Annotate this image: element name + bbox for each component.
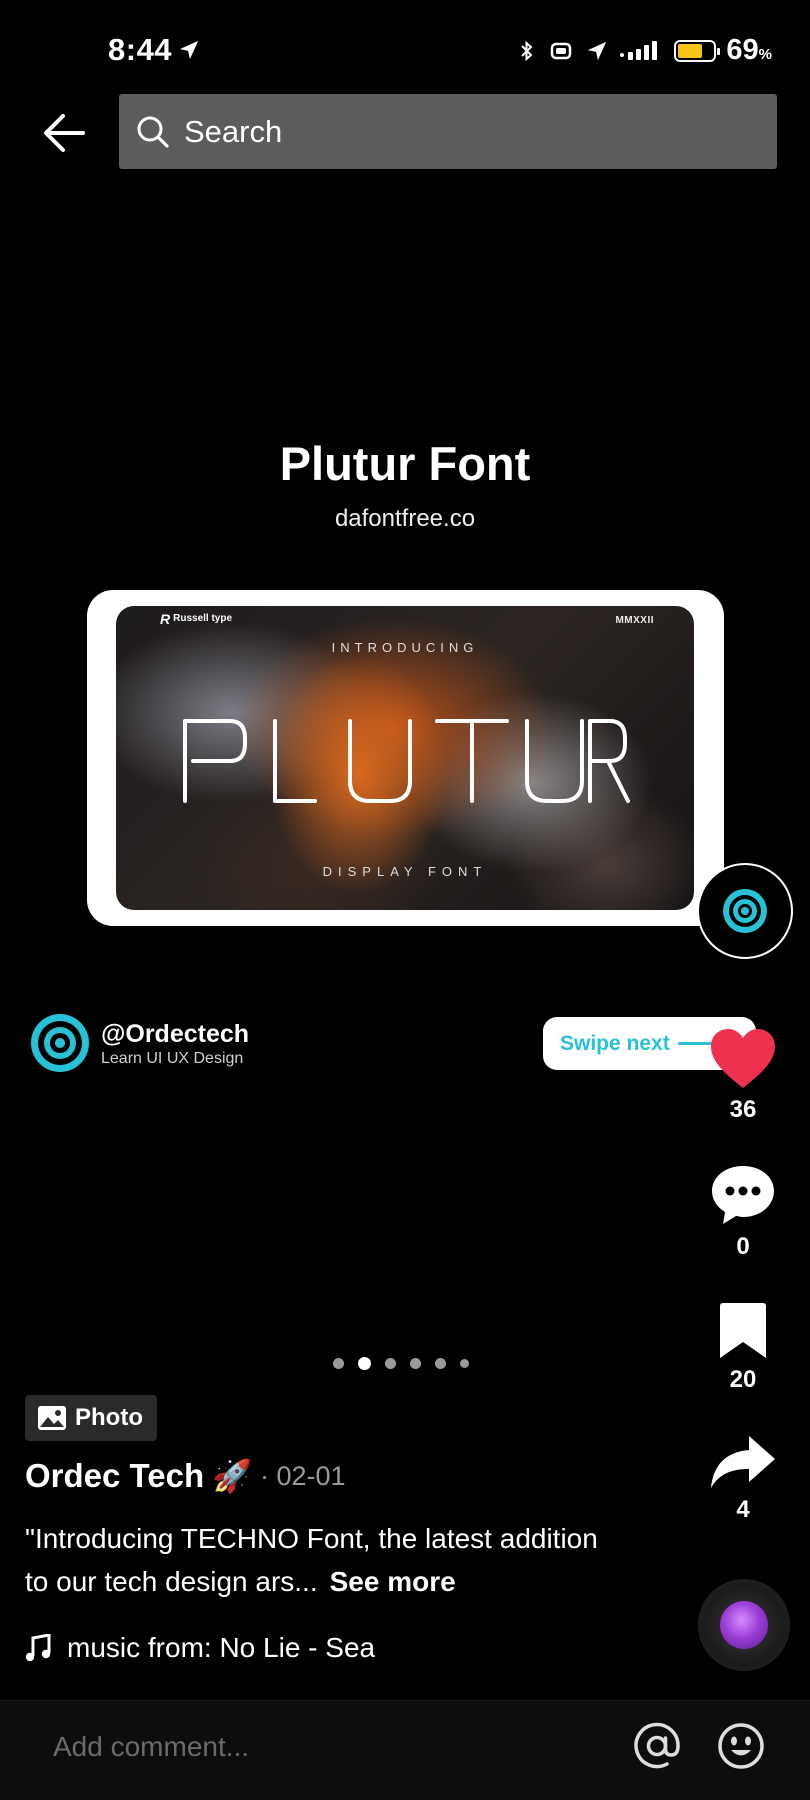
image-logo: R Russell type (160, 611, 233, 627)
ordectech-logo-icon (723, 889, 767, 933)
author-bio: Learn UI UX Design (101, 1050, 244, 1067)
image-intro-text: INTRODUCING (331, 640, 479, 655)
comment-input[interactable]: Add comment... (53, 1731, 249, 1763)
emoji-icon[interactable] (716, 1721, 766, 1771)
carousel-dot[interactable] (435, 1358, 446, 1369)
post-title: Plutur Font (279, 437, 531, 490)
carousel-dot[interactable] (385, 1358, 396, 1369)
mention-at-icon[interactable] (632, 1721, 682, 1771)
carousel-dot[interactable] (410, 1358, 421, 1369)
battery-level (678, 43, 702, 58)
music-info[interactable]: music from: No Lie - Sea (25, 1632, 375, 1664)
navigation-icon (588, 41, 607, 60)
like-count: 36 (729, 1096, 757, 1123)
battery-icon (674, 39, 721, 62)
caption-author-name[interactable]: Ordec Tech (25, 1457, 204, 1495)
image-word (116, 716, 694, 806)
carousel-dot[interactable] (460, 1359, 469, 1368)
carousel-indicator (333, 1357, 469, 1370)
rocket-emoji: 🚀 (212, 1458, 252, 1494)
search-icon (137, 116, 169, 148)
save-count: 20 (729, 1366, 757, 1393)
comment-count: 0 (736, 1233, 750, 1260)
battery-percent: 69% (726, 34, 772, 66)
author-avatar[interactable] (30, 1013, 90, 1073)
see-more-link[interactable]: See more (330, 1566, 456, 1597)
music-note-icon (25, 1634, 51, 1662)
save-action[interactable]: 20 (693, 1302, 793, 1394)
comment-bar: Add comment... (0, 1700, 810, 1800)
vibrate-icon (551, 42, 572, 59)
signal-icon (620, 40, 658, 60)
image-subtitle: DISPLAY FONT (322, 864, 488, 879)
post-image-card[interactable]: R Russell type MMXXII INTRODUCING DISPLAY… (87, 590, 724, 926)
photo-badge: Photo (25, 1395, 157, 1441)
plutur-wordmark (183, 719, 630, 803)
music-label: music from: No Lie - Sea (67, 1632, 376, 1663)
search-input[interactable]: Search (119, 94, 777, 169)
author-handle[interactable]: @Ordectech (101, 1020, 249, 1049)
caption-text: "Introducing TECHNO Font, the latest add… (25, 1523, 598, 1597)
bookmark-icon (720, 1303, 766, 1358)
swipe-next-label: Swipe next (560, 1031, 670, 1055)
status-icons: 69% (518, 34, 772, 67)
music-disc-button[interactable] (698, 1579, 790, 1671)
comment-action[interactable]: 0 (693, 1163, 793, 1261)
comment-bubble-icon (712, 1166, 774, 1224)
post-date: · 02-01 (259, 1460, 346, 1491)
post-image: R Russell type MMXXII INTRODUCING DISPLAY… (116, 606, 694, 910)
carousel-dot[interactable] (333, 1358, 344, 1369)
arrow-left-icon (44, 114, 85, 152)
photo-badge-label: Photo (75, 1404, 143, 1431)
share-count: 4 (736, 1496, 750, 1523)
image-year: MMXXII (615, 615, 654, 626)
like-action[interactable]: 36 (693, 1028, 793, 1124)
status-time: 8:44 (108, 32, 200, 68)
heart-icon (711, 1029, 775, 1088)
share-arrow-icon (711, 1436, 775, 1488)
creator-avatar-button[interactable] (697, 863, 793, 959)
caption-title: Ordec Tech 🚀 · 02-01 (25, 1457, 346, 1495)
bluetooth-icon (521, 40, 533, 61)
music-cover (720, 1601, 768, 1649)
post-domain: dafontfree.co (334, 505, 476, 532)
share-action[interactable]: 4 (693, 1434, 793, 1524)
search-placeholder: Search (184, 113, 283, 149)
back-button[interactable] (36, 108, 92, 158)
location-arrow-icon (179, 40, 199, 60)
carousel-dot-active[interactable] (358, 1357, 371, 1370)
photo-icon (38, 1406, 66, 1430)
